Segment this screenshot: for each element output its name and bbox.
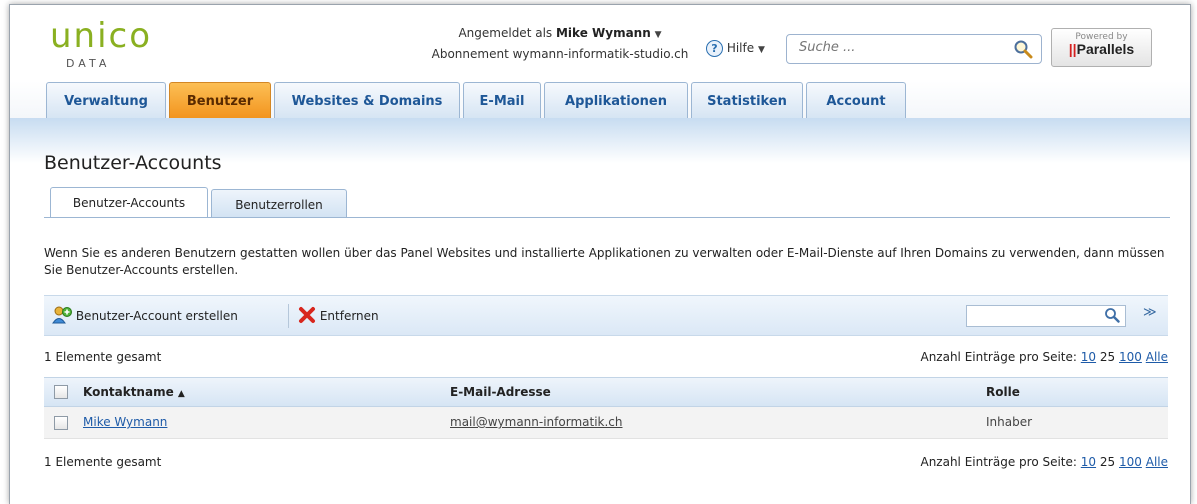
column-header-email[interactable]: E-Mail-Adresse — [450, 385, 551, 399]
logged-in-line[interactable]: Angemeldet als Mike Wymann ▼ — [420, 24, 700, 45]
select-all-checkbox[interactable] — [54, 385, 68, 399]
per-page-all[interactable]: Alle — [1146, 350, 1168, 364]
email-cell[interactable]: mail@wymann-informatik.ch — [450, 415, 623, 429]
list-toolbar: Benutzer-Account erstellen Entfernen ≫ — [44, 295, 1168, 336]
subscription-info: Abonnement wymann-informatik-studio.ch — [431, 47, 689, 61]
page-title: Benutzer-Accounts — [44, 152, 222, 174]
logged-in-prefix: Angemeldet als — [458, 26, 553, 40]
per-page-10[interactable]: 10 — [1081, 455, 1096, 469]
tab-websites-domains[interactable]: Websites & Domains — [274, 82, 460, 119]
caret-down-icon: ▼ — [757, 45, 765, 55]
powered-by-badge[interactable]: Powered by ||Parallels — [1051, 28, 1152, 67]
row-checkbox[interactable] — [54, 416, 68, 430]
per-page-25: 25 — [1099, 455, 1116, 469]
page-description: Wenn Sie es anderen Benutzern gestatten … — [44, 246, 1165, 277]
search-icon[interactable] — [1013, 39, 1033, 62]
list-search-input[interactable] — [970, 308, 1104, 324]
subtab-benutzerrollen[interactable]: Benutzerrollen — [211, 189, 347, 217]
remove-button[interactable]: Entfernen — [298, 306, 379, 327]
remove-icon — [298, 306, 316, 327]
role-cell: Inhaber — [986, 415, 1033, 429]
list-search — [966, 305, 1126, 327]
search-input[interactable] — [797, 39, 1001, 56]
logo[interactable]: unico DATA — [50, 16, 153, 70]
tab-email[interactable]: E-Mail — [463, 82, 541, 119]
tab-account[interactable]: Account — [806, 82, 906, 119]
per-page-all[interactable]: Alle — [1146, 455, 1168, 469]
item-count-top: 1 Elemente gesamt — [44, 350, 162, 364]
tab-verwaltung[interactable]: Verwaltung — [46, 82, 166, 119]
per-page-top: Anzahl Einträge pro Seite: 10 25 100 All… — [920, 350, 1168, 364]
per-page-100[interactable]: 100 — [1119, 455, 1142, 469]
remove-label: Entfernen — [319, 309, 379, 323]
search-icon[interactable] — [1104, 307, 1120, 326]
logo-subtitle: DATA — [66, 57, 111, 70]
tab-benutzer[interactable]: Benutzer — [169, 82, 271, 119]
subtabs: Benutzer-Accounts Benutzerrollen — [44, 186, 1170, 218]
help-label: Hilfe — [726, 41, 755, 55]
vendor-name: ||Parallels — [1068, 41, 1135, 57]
contact-name-link[interactable]: Mike Wymann — [83, 415, 167, 429]
help-icon: ? — [706, 40, 723, 57]
login-info: Angemeldet als Mike Wymann ▼ Abonnement … — [420, 24, 700, 64]
tab-applikationen[interactable]: Applikationen — [544, 82, 688, 119]
help-menu[interactable]: ? Hilfe ▼ — [706, 40, 765, 57]
sort-ascending-icon: ▲ — [177, 389, 185, 399]
users-table: Kontaktname ▲ E-Mail-Adresse Rolle Mike … — [44, 377, 1168, 439]
per-page-bottom: Anzahl Einträge pro Seite: 10 25 100 All… — [920, 455, 1168, 469]
create-user-label: Benutzer-Account erstellen — [75, 309, 238, 323]
user-name[interactable]: Mike Wymann — [556, 26, 651, 40]
column-header-role[interactable]: Rolle — [986, 385, 1020, 399]
per-page-label: Anzahl Einträge pro Seite: — [920, 350, 1077, 364]
table-header: Kontaktname ▲ E-Mail-Adresse Rolle — [44, 377, 1168, 407]
subtab-benutzer-accounts[interactable]: Benutzer-Accounts — [50, 187, 208, 217]
column-header-name[interactable]: Kontaktname ▲ — [83, 385, 185, 399]
toolbar-divider — [288, 304, 289, 328]
create-user-button[interactable]: Benutzer-Account erstellen — [52, 306, 238, 327]
caret-down-icon[interactable]: ▼ — [655, 30, 662, 40]
global-search — [786, 34, 1042, 64]
per-page-10[interactable]: 10 — [1081, 350, 1096, 364]
per-page-label: Anzahl Einträge pro Seite: — [920, 455, 1077, 469]
item-count-bottom: 1 Elemente gesamt — [44, 455, 162, 469]
tab-statistiken[interactable]: Statistiken — [691, 82, 803, 119]
per-page-100[interactable]: 100 — [1119, 350, 1142, 364]
browser-frame: unico DATA Angemeldet als Mike Wymann ▼ … — [9, 4, 1191, 504]
header: unico DATA Angemeldet als Mike Wymann ▼ … — [10, 5, 1190, 120]
add-user-icon — [52, 306, 72, 327]
per-page-25: 25 — [1099, 350, 1116, 364]
table-row: Mike Wymann mail@wymann-informatik.ch In… — [44, 407, 1168, 439]
expand-search-icon[interactable]: ≫ — [1143, 305, 1157, 320]
parallels-bars-icon: || — [1068, 41, 1077, 57]
logo-word: unico — [50, 16, 153, 56]
